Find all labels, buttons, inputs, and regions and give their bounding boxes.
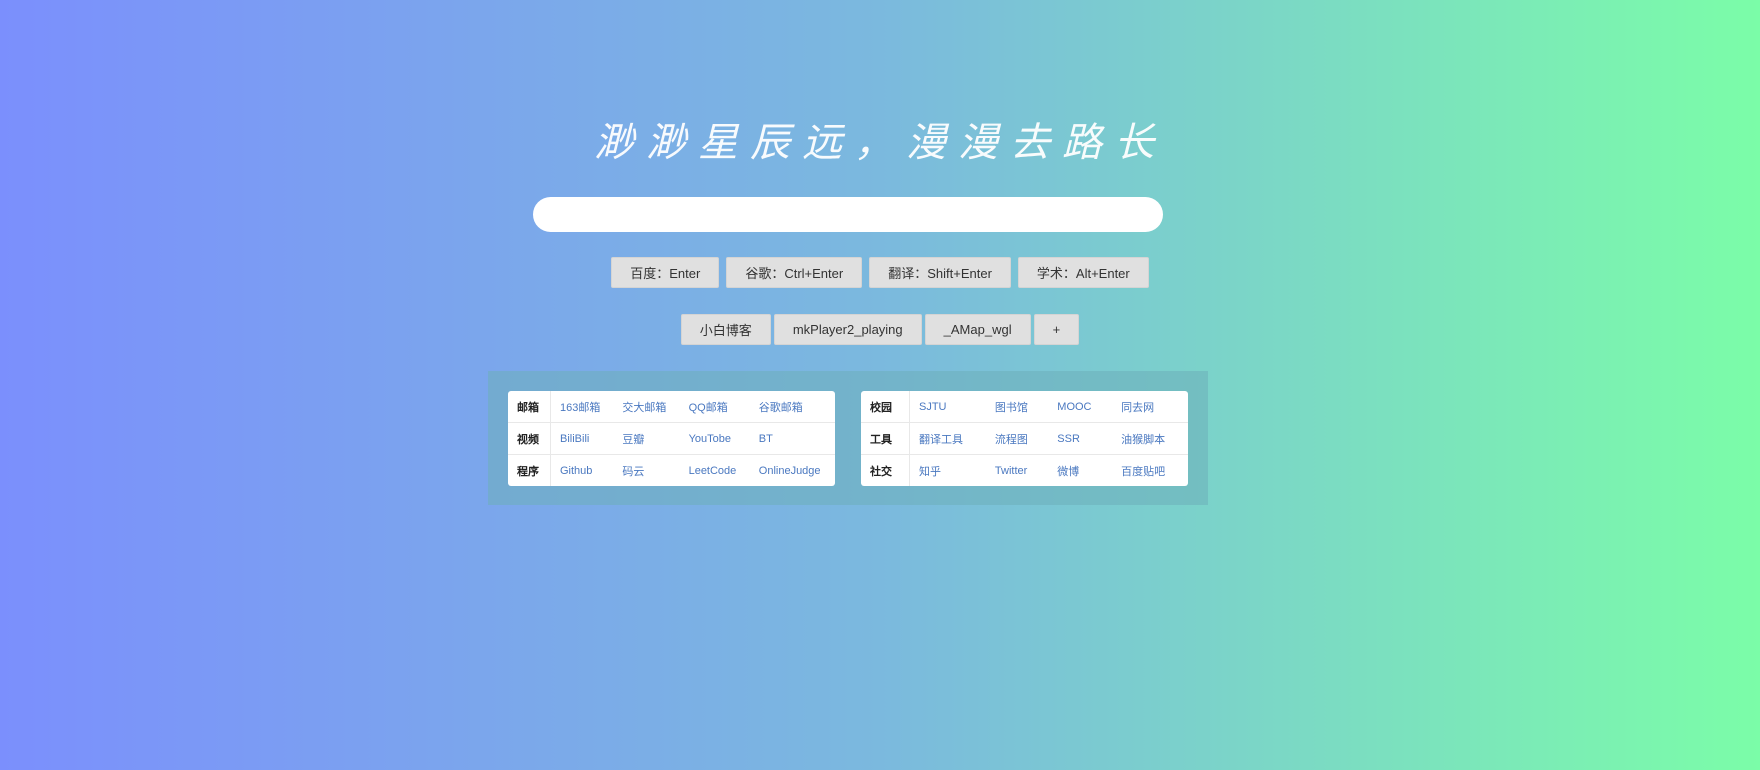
link-douban[interactable]: 豆瓣: [613, 422, 680, 455]
link-youtube[interactable]: YouTobe: [679, 422, 750, 455]
add-quick-link-button[interactable]: +: [1033, 314, 1080, 345]
translate-button[interactable]: 翻译：Shift+Enter: [869, 257, 1011, 288]
link-bilibili[interactable]: BiliBili: [550, 422, 614, 455]
link-bt[interactable]: BT: [749, 422, 835, 455]
link-qq-mail[interactable]: QQ邮箱: [679, 391, 750, 423]
category-label: 邮箱: [508, 391, 551, 423]
link-leetcode[interactable]: LeetCode: [680, 455, 750, 487]
right-link-table: 校园 SJTU 图书馆 MOOC 同去网 工具 翻译工具 流程图 SSR 油猴脚…: [861, 391, 1188, 486]
table-row: 社交 知乎 Twitter 微博 百度贴吧: [861, 454, 1188, 487]
search-bar: [533, 197, 1163, 232]
links-panel: 邮箱 163邮箱 交大邮箱 QQ邮箱 谷歌邮箱 视频 BiliBili 豆瓣 Y…: [488, 371, 1208, 505]
quick-link-blog[interactable]: 小白博客: [680, 314, 771, 345]
link-ssr[interactable]: SSR: [1048, 422, 1113, 455]
link-tampermonkey[interactable]: 油猴脚本: [1112, 422, 1188, 455]
scholar-search-button[interactable]: 学术：Alt+Enter: [1017, 257, 1149, 288]
quick-link-amap[interactable]: _AMap_wgl: [924, 314, 1031, 345]
table-row: 工具 翻译工具 流程图 SSR 油猴脚本: [861, 422, 1188, 455]
link-gitee[interactable]: 码云: [613, 455, 679, 487]
baidu-search-button[interactable]: 百度：Enter: [611, 257, 720, 288]
category-label: 校园: [861, 391, 910, 423]
quick-link-mkplayer[interactable]: mkPlayer2_playing: [773, 314, 922, 345]
link-163-mail[interactable]: 163邮箱: [550, 391, 614, 423]
link-library[interactable]: 图书馆: [985, 391, 1049, 423]
link-twitter[interactable]: Twitter: [986, 455, 1048, 487]
left-link-table: 邮箱 163邮箱 交大邮箱 QQ邮箱 谷歌邮箱 视频 BiliBili 豆瓣 Y…: [508, 391, 835, 486]
link-translate-tool[interactable]: 翻译工具: [909, 422, 986, 455]
page-title: 渺渺星辰远，漫漫去路长: [594, 120, 1166, 166]
link-gmail[interactable]: 谷歌邮箱: [749, 391, 835, 423]
table-row: 邮箱 163邮箱 交大邮箱 QQ邮箱 谷歌邮箱: [508, 391, 835, 423]
category-label: 社交: [861, 454, 910, 486]
google-search-button[interactable]: 谷歌：Ctrl+Enter: [726, 257, 863, 288]
engine-buttons: 百度：Enter 谷歌：Ctrl+Enter 翻译：Shift+Enter 学术…: [0, 257, 1760, 288]
quick-link-buttons: 小白博客 mkPlayer2_playing _AMap_wgl +: [0, 314, 1760, 345]
link-sjtu[interactable]: SJTU: [909, 391, 986, 423]
link-tongqu[interactable]: 同去网: [1112, 391, 1188, 423]
table-row: 视频 BiliBili 豆瓣 YouTobe BT: [508, 422, 835, 455]
category-label: 工具: [861, 422, 910, 455]
link-zhihu[interactable]: 知乎: [910, 455, 986, 487]
category-label: 视频: [508, 422, 551, 455]
link-onlinejudge[interactable]: OnlineJudge: [750, 455, 835, 487]
link-mooc[interactable]: MOOC: [1048, 391, 1113, 423]
link-github[interactable]: Github: [551, 455, 614, 487]
link-weibo[interactable]: 微博: [1048, 455, 1112, 487]
table-row: 校园 SJTU 图书馆 MOOC 同去网: [861, 391, 1188, 423]
category-label: 程序: [508, 454, 551, 486]
table-row: 程序 Github 码云 LeetCode OnlineJudge: [508, 454, 835, 487]
link-sjtu-mail[interactable]: 交大邮箱: [613, 391, 680, 423]
link-flowchart[interactable]: 流程图: [985, 422, 1049, 455]
search-input[interactable]: [533, 197, 1163, 232]
link-baidu-tieba[interactable]: 百度贴吧: [1112, 455, 1188, 487]
